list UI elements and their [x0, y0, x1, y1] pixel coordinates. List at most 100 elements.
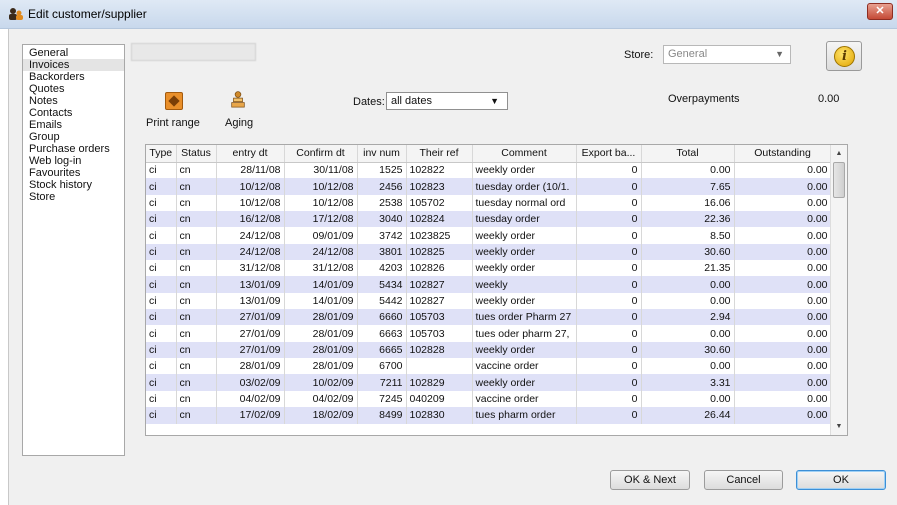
table-cell: 102824	[406, 211, 473, 228]
close-button[interactable]: ✕	[867, 3, 893, 20]
customer-name-field[interactable]	[131, 43, 256, 61]
table-row[interactable]: ci cn 13/01/09 14/01/09 5442 102827 weekly ord…	[146, 292, 832, 310]
sidebar-item-purchase-orders[interactable]: Purchase orders	[23, 143, 124, 155]
print-range-icon[interactable]	[165, 92, 183, 110]
dates-select[interactable]: all dates ▼	[386, 92, 508, 110]
table-cell: 0.00	[734, 325, 832, 342]
table-cell: cn	[176, 341, 217, 359]
table-cell: cn	[176, 358, 217, 375]
table-cell: 102822	[406, 162, 473, 179]
table-cell: 0	[576, 309, 642, 326]
table-cell: 0.00	[734, 211, 832, 228]
table-cell: 0.00	[734, 358, 832, 375]
table-row[interactable]: ci cn 17/02/09 18/02/09 8499 102830 tues pharm…	[146, 407, 832, 424]
table-cell: ci	[146, 341, 177, 359]
table-cell: 3742	[357, 227, 407, 244]
table-cell: 16.06	[641, 194, 735, 212]
table-row[interactable]: ci cn 04/02/09 04/02/09 7245 040209 vaccine or…	[146, 390, 832, 408]
vertical-scrollbar[interactable]: ▲ ▼	[830, 145, 847, 435]
table-cell: weekly order	[472, 260, 577, 277]
table-row[interactable]: ci cn 27/01/09 28/01/09 6663 105703 tues oder …	[146, 325, 832, 342]
title-bar: Edit customer/supplier ✕	[0, 0, 897, 29]
sidebar-item-notes[interactable]: Notes	[23, 95, 124, 107]
sidebar-item-web-log-in[interactable]: Web log-in	[23, 155, 124, 167]
cancel-button[interactable]: Cancel	[704, 470, 783, 490]
column-header[interactable]: Outstanding	[734, 145, 832, 163]
column-header[interactable]: Comment	[472, 145, 577, 163]
table-cell: 0.00	[734, 292, 832, 310]
sidebar-item-favourites[interactable]: Favourites	[23, 167, 124, 179]
table-cell: ci	[146, 374, 177, 391]
table-cell: 102829	[406, 374, 473, 391]
table-cell: 09/01/09	[284, 227, 358, 244]
dates-label: Dates:	[353, 96, 385, 108]
column-header[interactable]: Total	[641, 145, 735, 163]
table-row[interactable]: ci cn 10/12/08 10/12/08 2456 102823 tuesday or…	[146, 178, 832, 195]
aging-label[interactable]: Aging	[225, 117, 253, 129]
table-cell: 0.00	[734, 260, 832, 277]
table-cell: 102828	[406, 341, 473, 359]
table-row[interactable]: ci cn 27/01/09 28/01/09 6665 102828 weekly ord…	[146, 341, 832, 359]
table-cell: 0.00	[734, 178, 832, 195]
table-cell: ci	[146, 292, 177, 310]
table-cell: cn	[176, 178, 217, 195]
table-cell: 16/12/08	[216, 211, 285, 228]
table-row[interactable]: ci cn 31/12/08 31/12/08 4203 102826 weekly ord…	[146, 260, 832, 277]
table-cell: 0.00	[641, 358, 735, 375]
scroll-down-icon[interactable]: ▼	[831, 418, 847, 435]
table-cell: 6665	[357, 341, 407, 359]
table-cell: weekly	[472, 276, 577, 293]
scroll-thumb[interactable]	[833, 162, 845, 198]
table-cell: 0.00	[641, 276, 735, 293]
table-cell: weekly order	[472, 374, 577, 391]
scroll-up-icon[interactable]: ▲	[831, 145, 847, 162]
table-cell: 0	[576, 358, 642, 375]
table-row[interactable]: ci cn 27/01/09 28/01/09 6660 105703 tues order…	[146, 309, 832, 326]
table-row[interactable]: ci cn 24/12/08 24/12/08 3801 102825 weekly ord…	[146, 243, 832, 261]
customer-supplier-icon	[9, 8, 23, 20]
table-row[interactable]: ci cn 24/12/08 09/01/09 3742 1023825 weekly or…	[146, 227, 832, 244]
print-range-label[interactable]: Print range	[146, 117, 200, 129]
sidebar-item-general[interactable]: General	[23, 47, 124, 59]
table-cell: 27/01/09	[216, 325, 285, 342]
column-header[interactable]: Type	[146, 145, 177, 163]
sidebar-item-contacts[interactable]: Contacts	[23, 107, 124, 119]
sidebar-item-store[interactable]: Store	[23, 191, 124, 203]
sidebar-item-stock-history[interactable]: Stock history	[23, 179, 124, 191]
sidebar-item-quotes[interactable]: Quotes	[23, 83, 124, 95]
invoices-table[interactable]: Type Status entry dt Confirm dt inv num Their…	[145, 144, 848, 436]
store-select[interactable]: General ▼	[663, 45, 791, 64]
table-cell: 24/12/08	[284, 243, 358, 261]
column-header[interactable]: Export ba...	[576, 145, 642, 163]
table-cell: 30/11/08	[284, 162, 358, 179]
table-row[interactable]: ci cn 28/11/08 30/11/08 1525 102822 weekly ord…	[146, 162, 832, 179]
info-button[interactable]: i	[826, 41, 862, 71]
table-row[interactable]: ci cn 28/01/09 28/01/09 6700 vaccine order 0 0.…	[146, 358, 832, 375]
table-cell: 0.00	[734, 162, 832, 179]
sidebar-item-invoices[interactable]: Invoices	[23, 59, 124, 71]
table-row[interactable]: ci cn 16/12/08 17/12/08 3040 102824 tuesday or…	[146, 211, 832, 228]
column-header[interactable]: Their ref	[406, 145, 473, 163]
sidebar-item-backorders[interactable]: Backorders	[23, 71, 124, 83]
table-cell: 0	[576, 162, 642, 179]
column-header[interactable]: Status	[176, 145, 217, 163]
aging-icon[interactable]	[229, 90, 247, 108]
sidebar-item-group[interactable]: Group	[23, 131, 124, 143]
table-cell: 2456	[357, 178, 407, 195]
table-cell: 30.60	[641, 341, 735, 359]
column-header[interactable]: entry dt	[216, 145, 285, 163]
table-cell: 31/12/08	[216, 260, 285, 277]
table-row[interactable]: ci cn 13/01/09 14/01/09 5434 102827 weekly 0 0.0…	[146, 276, 832, 293]
table-cell: 28/01/09	[284, 325, 358, 342]
sidebar-item-emails[interactable]: Emails	[23, 119, 124, 131]
ok-button[interactable]: OK	[796, 470, 886, 490]
table-cell: 24/12/08	[216, 227, 285, 244]
column-header[interactable]: Confirm dt	[284, 145, 358, 163]
table-row[interactable]: ci cn 03/02/09 10/02/09 7211 102829 weekly ord…	[146, 374, 832, 391]
overpayments-label: Overpayments	[668, 93, 740, 105]
table-cell: 0	[576, 178, 642, 195]
column-header[interactable]: inv num	[357, 145, 407, 163]
ok-and-next-button[interactable]: OK & Next	[610, 470, 690, 490]
table-cell: cn	[176, 227, 217, 244]
table-row[interactable]: ci cn 10/12/08 10/12/08 2538 105702 tuesday no…	[146, 194, 832, 212]
